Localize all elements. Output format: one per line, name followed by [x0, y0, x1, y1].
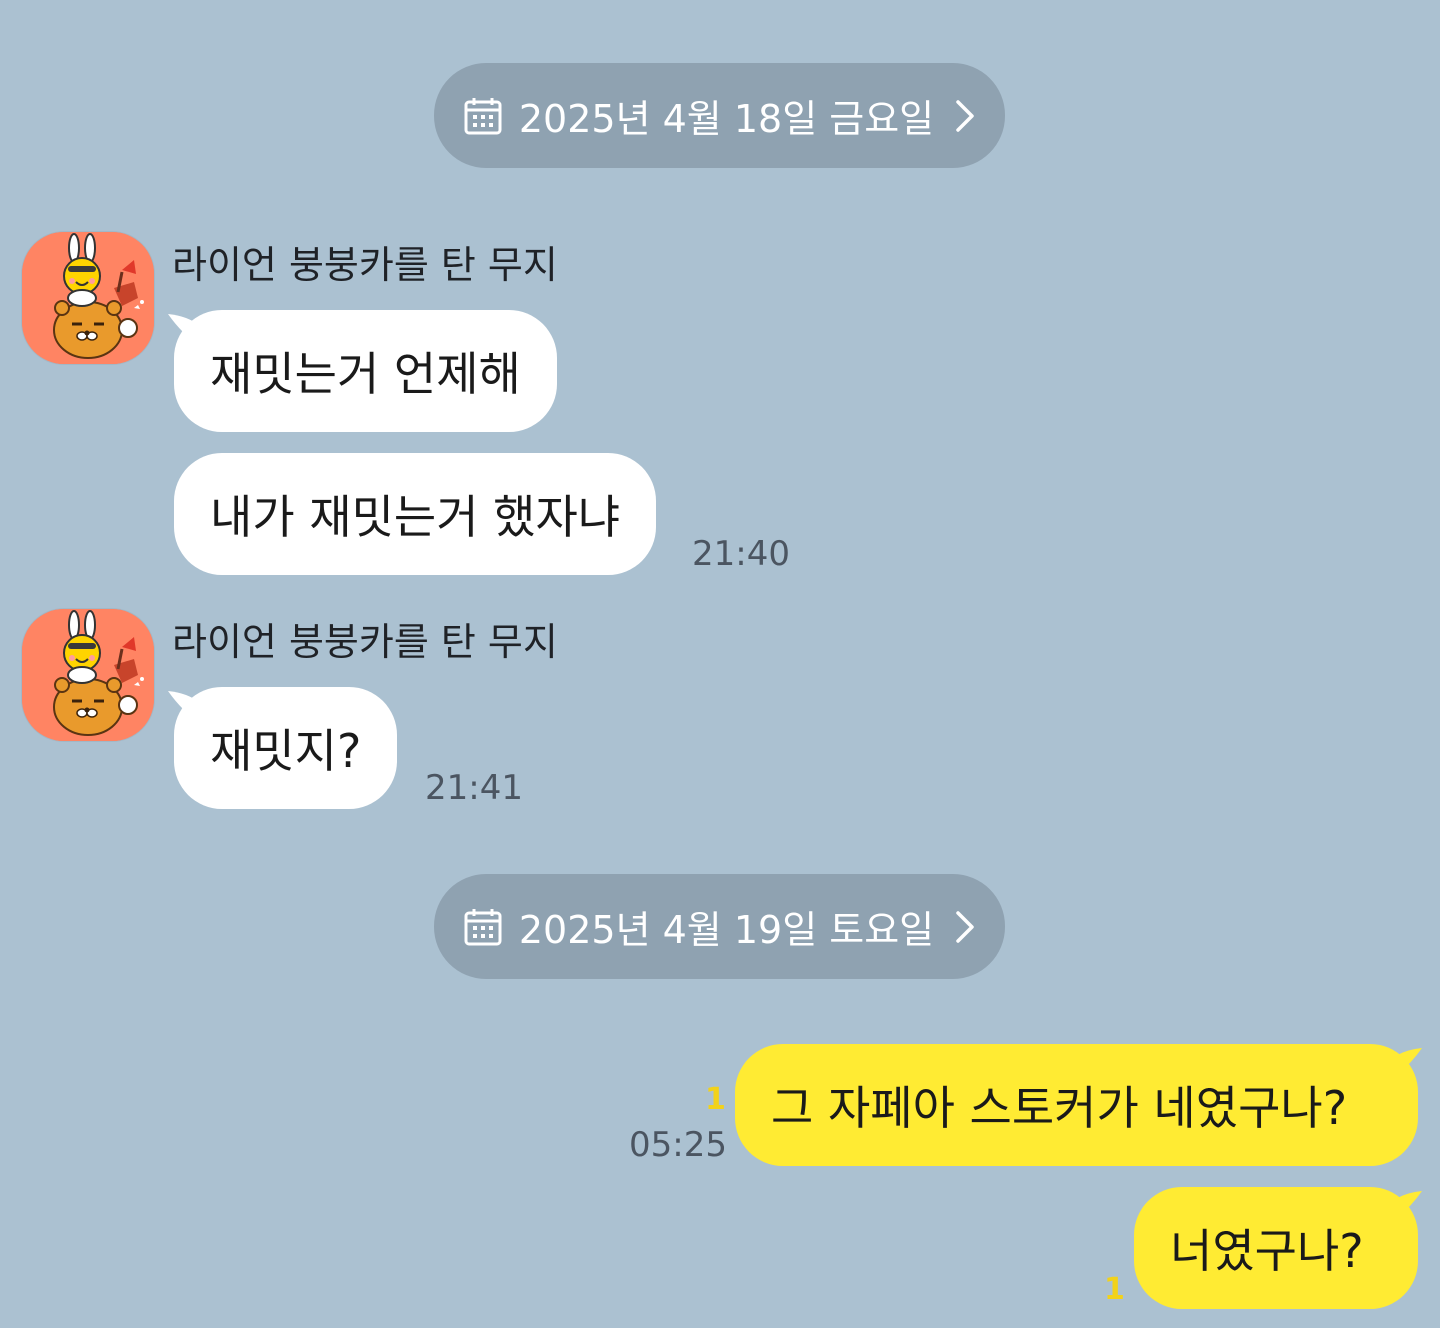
date-separator[interactable]: 2025년 4월 18일 금요일 [434, 63, 1005, 168]
date-label: 2025년 4월 19일 토요일 [518, 908, 935, 952]
calendar-icon [463, 907, 503, 947]
sender-name: 라이언 붕붕카를 탄 무지 [172, 620, 558, 664]
incoming-message[interactable]: 재밋는거 언제해 [174, 310, 557, 432]
profile-image [22, 232, 154, 364]
profile-image [22, 609, 154, 741]
incoming-message[interactable]: 내가 재밋는거 했자냐 [174, 453, 657, 575]
unread-count: 1 [705, 1082, 726, 1117]
date-label: 2025년 4월 18일 금요일 [518, 97, 935, 141]
chevron-right-icon [954, 98, 976, 134]
chat-room: 2025년 4월 18일 금요일 라이언 붕붕카를 탄 무지 재밋는거 언제해 … [0, 0, 1440, 1328]
calendar-icon [463, 96, 503, 136]
sender-avatar[interactable] [22, 232, 154, 364]
outgoing-message[interactable]: 그 자페아 스토커가 네였구나? [735, 1044, 1418, 1166]
chevron-right-icon [954, 909, 976, 945]
sender-name: 라이언 붕붕카를 탄 무지 [172, 243, 558, 287]
message-time: 21:41 [425, 768, 523, 808]
message-text: 재밋는거 언제해 [210, 347, 521, 401]
message-text: 그 자페아 스토커가 네였구나? [771, 1081, 1348, 1135]
incoming-message[interactable]: 재밋지? [174, 687, 398, 809]
unread-count: 1 [1104, 1272, 1125, 1307]
message-time: 05:25 [629, 1125, 727, 1165]
message-text: 재밋지? [210, 724, 362, 778]
sender-avatar[interactable] [22, 609, 154, 741]
message-text: 내가 재밋는거 했자냐 [210, 490, 621, 544]
message-text: 너였구나? [1170, 1224, 1364, 1278]
date-separator[interactable]: 2025년 4월 19일 토요일 [434, 874, 1005, 979]
outgoing-message[interactable]: 너였구나? [1134, 1187, 1418, 1309]
message-time: 21:40 [692, 534, 790, 574]
